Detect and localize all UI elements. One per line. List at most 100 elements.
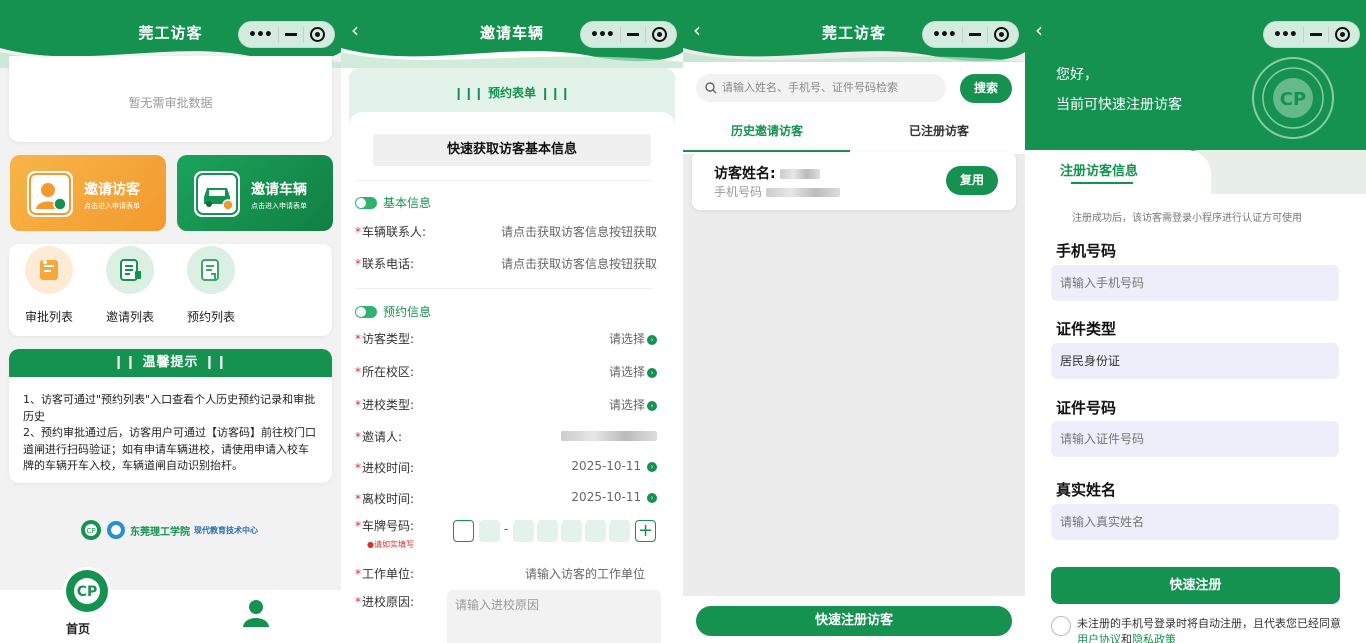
tab-home[interactable]: 首页 [66, 620, 90, 637]
more-icon[interactable]: ••• [590, 27, 615, 43]
svg-text:CP: CP [86, 527, 95, 535]
tab-underline [1071, 182, 1133, 184]
more-icon[interactable]: ••• [248, 27, 273, 43]
real-name-input[interactable] [1051, 504, 1339, 540]
redacted-inviter [561, 430, 657, 441]
field-leave-time[interactable]: *离校时间: 2025-10-11 › [355, 490, 657, 508]
minimize-icon[interactable] [626, 33, 639, 36]
plate-box-7[interactable] [609, 520, 630, 542]
footer-school-name: 东莞理工学院 [130, 526, 190, 538]
warning-icon: ● [367, 540, 374, 549]
mini-program-capsule[interactable]: ••• [1263, 21, 1360, 48]
quick-register-visitor-button[interactable]: 快速注册访客 [696, 606, 1012, 636]
privacy-policy-link[interactable]: 隐私政策 [1132, 633, 1176, 643]
invite-visitor-button[interactable]: 邀请访客 点击进入申请表单 [10, 155, 166, 231]
visitor-history-screen: ‹ 莞工访客 ••• 请输入姓名、手机号、证件号码检索 搜索 历史邀请访客 已注… [683, 0, 1025, 643]
tips-title: 温馨提示 [142, 355, 199, 370]
close-ring-icon[interactable] [1334, 27, 1350, 42]
tab-bar [0, 590, 341, 643]
nav-approval-list[interactable]: 审批列表 [19, 246, 79, 325]
id-number-label: 证件号码 [1056, 399, 1117, 417]
more-icon[interactable]: ••• [1273, 27, 1298, 43]
id-type-label: 证件类型 [1056, 320, 1117, 338]
id-type-select[interactable]: 居民身份证 [1051, 343, 1339, 379]
home-tab-logo-icon[interactable]: CP [62, 566, 112, 616]
tip-line-2: 2、预约审批通过后，访客用户可通过【访客码】前往校门口道闸进行扫码验证；如有申请… [23, 426, 316, 472]
chevron-right-icon: › [647, 367, 657, 378]
plate-box-6[interactable] [585, 520, 606, 542]
toggle-icon[interactable] [355, 305, 377, 318]
field-visitor-type[interactable]: *访客类型: 请选择 › [355, 330, 657, 348]
user-agreement-link[interactable]: 用户协议 [1077, 633, 1121, 643]
toggle-icon[interactable] [355, 196, 377, 209]
mini-program-capsule[interactable]: ••• [580, 21, 677, 48]
tab-history-visitors[interactable]: 历史邀请访客 [731, 122, 803, 139]
chevron-right-icon: › [647, 461, 657, 472]
invite-vehicle-button[interactable]: 邀请车辆 点击进入申请表单 [177, 155, 333, 231]
footer-center-name: 现代教育技术中心 [194, 525, 258, 535]
close-ring-icon[interactable] [993, 27, 1009, 42]
booking-list-icon [187, 246, 235, 294]
id-number-input[interactable] [1051, 421, 1339, 457]
mini-program-capsule[interactable]: ••• [922, 21, 1019, 48]
agreement: 未注册的手机号登录时将自动注册，且代表您已经同意用户协议和隐私政策 [1051, 616, 1345, 643]
reuse-button[interactable]: 复用 [946, 166, 998, 195]
close-ring-icon[interactable] [651, 27, 667, 42]
nav-approval-label: 审批列表 [24, 310, 73, 324]
field-contact[interactable]: *车辆联系人: 请点击获取访客信息按钮获取 [355, 223, 657, 241]
redacted-name [780, 169, 821, 179]
invite-list-icon [106, 246, 154, 294]
invite-vehicle-screen: ‹ 邀请车辆 ••• ❙❙❙ 预约表单 ❙❙❙ 快速获取访客基本信息 基本信息 … [341, 0, 683, 643]
plate-box-1[interactable] [453, 520, 474, 542]
invite-vehicle-label: 邀请车辆 [251, 182, 307, 198]
search-area: 请输入姓名、手机号、证件号码检索 搜索 历史邀请访客 已注册访客 [683, 62, 1025, 154]
close-ring-icon[interactable] [309, 27, 325, 42]
field-entry-time[interactable]: *进校时间: 2025-10-11 › [355, 459, 657, 477]
search-input[interactable]: 请输入姓名、手机号、证件号码检索 [696, 74, 946, 102]
tab-registered-visitors[interactable]: 已注册访客 [909, 122, 969, 139]
field-work-unit[interactable]: *工作单位: 请输入访客的工作单位 [355, 565, 657, 583]
mini-program-capsule[interactable]: ••• [238, 21, 335, 48]
header-bar: ‹ 邀请车辆 ••• [341, 0, 683, 68]
appointment-info-section: 预约信息 [355, 303, 431, 320]
search-icon [705, 82, 717, 94]
phone-input[interactable] [1051, 265, 1339, 301]
quick-register-button[interactable]: 快速注册 [1051, 567, 1340, 604]
plate-box-5[interactable] [561, 520, 582, 542]
plate-box-3[interactable] [513, 520, 534, 542]
form-container: ❙❙❙ 预约表单 ❙❙❙ 快速获取访客基本信息 [349, 68, 675, 643]
field-phone[interactable]: *联系电话: 请点击获取访客信息按钮获取 [355, 255, 657, 273]
register-notice: 注册成功后，该访客需登录小程序进行认证方可使用 [1072, 213, 1302, 224]
reason-input[interactable]: 请输入进校原因 [447, 590, 661, 643]
field-inviter: *邀请人: [355, 428, 657, 446]
register-visitor-screen: ‹ ••• 您好， 当前可快速注册访客 CP 注册访客信息 注册成功后，该访客需… [1025, 0, 1366, 643]
nav-booking-label: 预约列表 [186, 310, 235, 324]
real-name-label: 真实姓名 [1056, 481, 1117, 499]
plate-add-button[interactable]: + [635, 520, 656, 542]
tip-line-1: 1、访客可通过"预约列表"入口查看个人历史预约记录和审批历史 [23, 393, 316, 423]
nav-invite-list[interactable]: 邀请列表 [100, 246, 160, 325]
tab-register-info[interactable]: 注册访客信息 [1060, 160, 1138, 179]
nav-booking-list[interactable]: 预约列表 [181, 246, 241, 325]
minimize-icon[interactable] [284, 33, 297, 36]
visitor-name: 访客姓名: [714, 163, 821, 183]
invite-visitor-label: 邀请访客 [84, 182, 140, 198]
plate-box-2[interactable] [479, 520, 500, 542]
chevron-right-icon: › [647, 400, 657, 411]
back-button[interactable]: ‹ [1035, 20, 1043, 40]
minimize-icon[interactable] [1309, 33, 1322, 36]
field-campus[interactable]: *所在校区: 请选择 › [355, 363, 657, 381]
field-entry-type[interactable]: *进校类型: 请选择 › [355, 396, 657, 414]
plate-box-4[interactable] [537, 520, 558, 542]
chevron-right-icon: › [647, 334, 657, 345]
minimize-icon[interactable] [968, 33, 981, 36]
home-screen: 莞工访客 ••• 暂无需审批数据 邀请访客 点击进入申请表单 邀请车辆 点击进入… [0, 0, 341, 643]
fetch-visitor-info-button[interactable]: 快速获取访客基本信息 [373, 134, 651, 166]
more-icon[interactable]: ••• [932, 27, 957, 43]
greeting-line-2: 当前可快速注册访客 [1056, 97, 1182, 113]
agree-radio[interactable] [1051, 616, 1071, 636]
search-button[interactable]: 搜索 [960, 74, 1012, 103]
profile-tab-icon[interactable] [240, 597, 272, 629]
visitor-icon [27, 171, 73, 217]
basic-info-section: 基本信息 [355, 194, 431, 211]
